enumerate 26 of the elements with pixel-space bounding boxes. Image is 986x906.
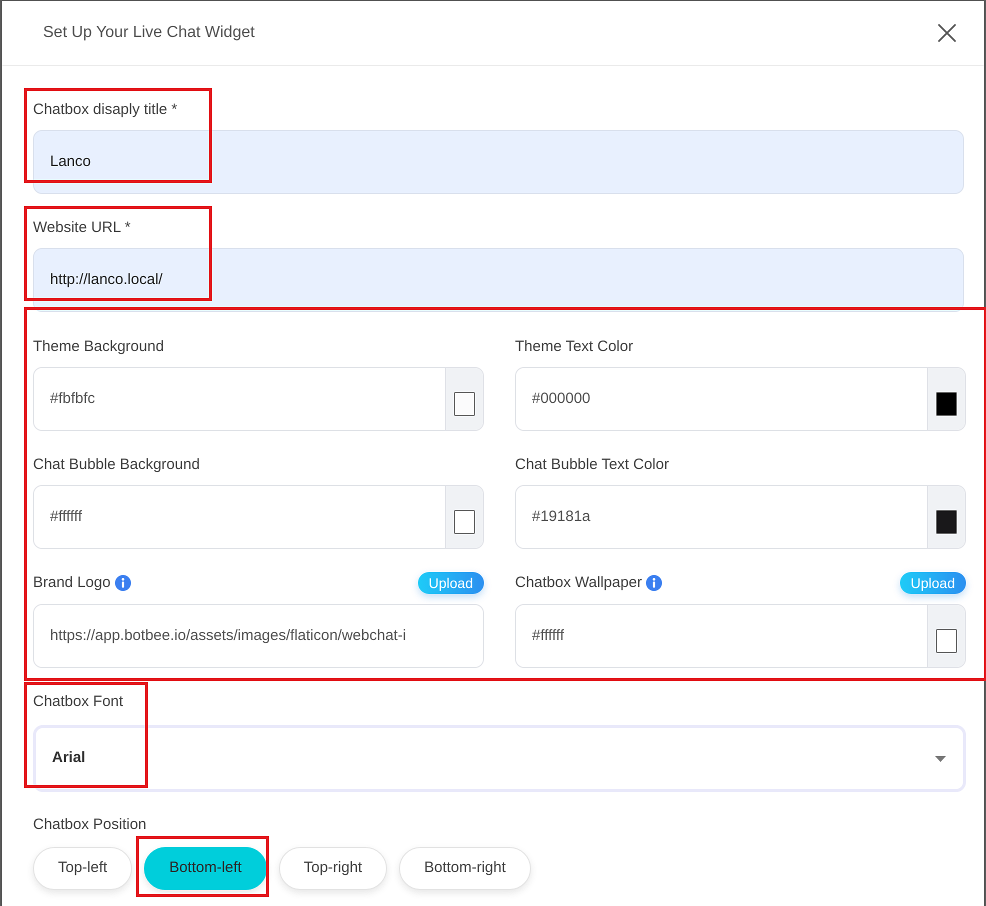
field-label: Chat Bubble Background: [33, 454, 200, 474]
caret-icon: [935, 756, 946, 762]
url-field[interactable]: https://app.botbee.io/assets/images/flaticon/webchat-i: [33, 604, 484, 668]
field-label: Chat Bubble Text Color: [515, 454, 669, 474]
position-option[interactable]: Top-left: [33, 847, 132, 890]
field-label: Website URL *: [33, 218, 131, 238]
color-field[interactable]: #fbfbfc: [33, 367, 484, 431]
field-label: Chatbox Font: [33, 692, 124, 712]
modal-title: Set Up Your Live Chat Widget: [43, 23, 255, 43]
position-option[interactable]: Top-right: [278, 847, 388, 890]
field-label: Theme Background: [33, 336, 164, 356]
font-select[interactable]: Arial: [33, 725, 966, 792]
field-label: Chatbox Position: [33, 815, 146, 835]
color-field[interactable]: #ffffff: [33, 485, 484, 549]
text-field[interactable]: http://lanco.local/: [33, 248, 964, 312]
color-field[interactable]: #19181a: [515, 485, 966, 549]
field-label: Chatbox Wallpaper: [515, 573, 642, 593]
color-field[interactable]: #ffffff: [515, 604, 966, 668]
field-label: Chatbox disaply title *: [33, 100, 178, 120]
position-option[interactable]: Bottom-left: [144, 847, 267, 890]
color-field[interactable]: #000000: [515, 367, 966, 431]
field-label: Theme Text Color: [515, 336, 634, 356]
close-button[interactable]: [937, 23, 957, 43]
position-option[interactable]: Bottom-right: [399, 847, 531, 890]
text-field[interactable]: Lanco: [33, 130, 964, 194]
field-label: Brand Logo: [33, 573, 111, 593]
